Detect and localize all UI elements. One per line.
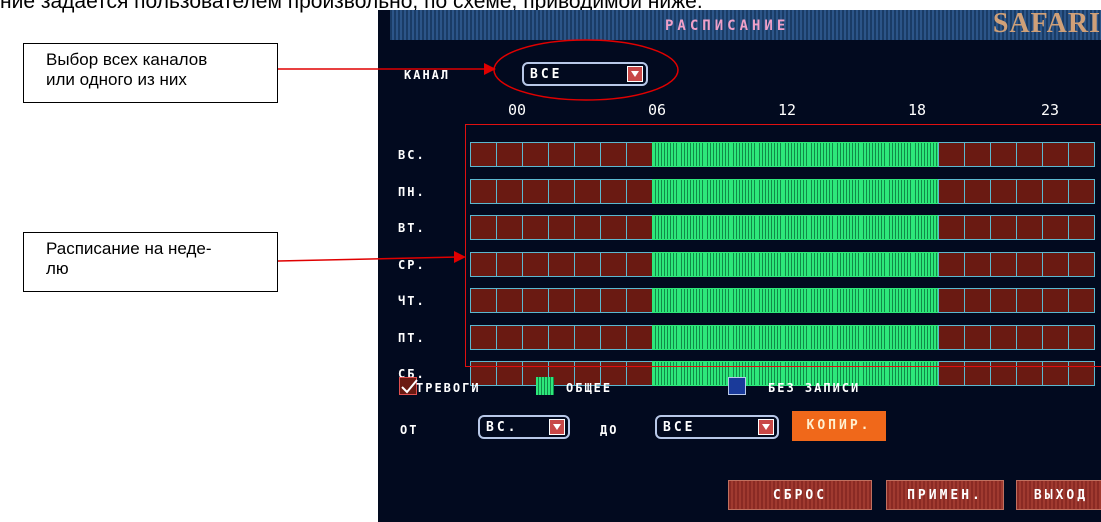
dropdown-arrow-icon[interactable]	[758, 419, 774, 435]
title-bar: РАСПИСАНИЕ SAFARI	[390, 10, 1101, 40]
brand-logo: SAFARI	[992, 10, 1101, 39]
legend-none-label: БЕЗ ЗАПИСИ	[768, 381, 861, 395]
copy-button[interactable]: КОПИР.	[792, 411, 886, 441]
no-record-legend-icon	[728, 377, 746, 395]
channel-value: ВСЕ	[530, 67, 563, 82]
hour-label: 12	[778, 101, 797, 119]
day-label: ЧТ.	[398, 294, 426, 308]
exit-button[interactable]: ВЫХОД	[1016, 480, 1101, 510]
hour-label: 23	[1041, 101, 1060, 119]
callout-line: Выбор всех каналов	[46, 50, 208, 69]
day-label: ПТ.	[398, 330, 426, 345]
legend-alarm-label: ТРЕВОГИ	[416, 381, 481, 395]
from-label: ОТ	[400, 423, 419, 437]
channel-dropdown[interactable]: ВСЕ	[522, 62, 648, 86]
screen-title: РАСПИСАНИЕ	[665, 18, 790, 34]
dropdown-arrow-icon[interactable]	[627, 66, 643, 82]
day-label: ВТ.	[398, 221, 426, 235]
alarm-legend-icon	[399, 377, 418, 395]
to-label: ДО	[600, 423, 619, 437]
channel-callout: Выбор всех каналов или одного из них	[23, 43, 278, 103]
day-label: ВС.	[398, 148, 426, 162]
callout-line: Расписание на неде-	[46, 239, 212, 258]
to-day-value: ВСЕ	[663, 420, 696, 435]
apply-button[interactable]: ПРИМЕН.	[886, 480, 1004, 510]
from-day-value: ВС.	[486, 420, 519, 435]
hour-label: 06	[648, 101, 667, 119]
callout-line: лю	[46, 259, 69, 278]
dropdown-arrow-icon[interactable]	[549, 419, 565, 435]
day-label: СР.	[398, 257, 426, 272]
normal-legend-icon	[536, 377, 554, 395]
from-day-dropdown[interactable]: ВС.	[478, 415, 570, 439]
schedule-callout: Расписание на неде- лю	[23, 232, 278, 292]
hour-label: 00	[508, 101, 527, 119]
hour-label: 18	[908, 101, 927, 119]
day-label: ПН.	[398, 184, 426, 199]
channel-label: КАНАЛ	[404, 68, 451, 82]
schedule-highlight-frame	[465, 124, 1101, 367]
to-day-dropdown[interactable]: ВСЕ	[655, 415, 779, 439]
reset-button[interactable]: СБРОС	[728, 480, 872, 510]
legend-normal-label: ОБЩЕЕ	[566, 381, 613, 395]
callout-line: или одного из них	[46, 70, 187, 89]
